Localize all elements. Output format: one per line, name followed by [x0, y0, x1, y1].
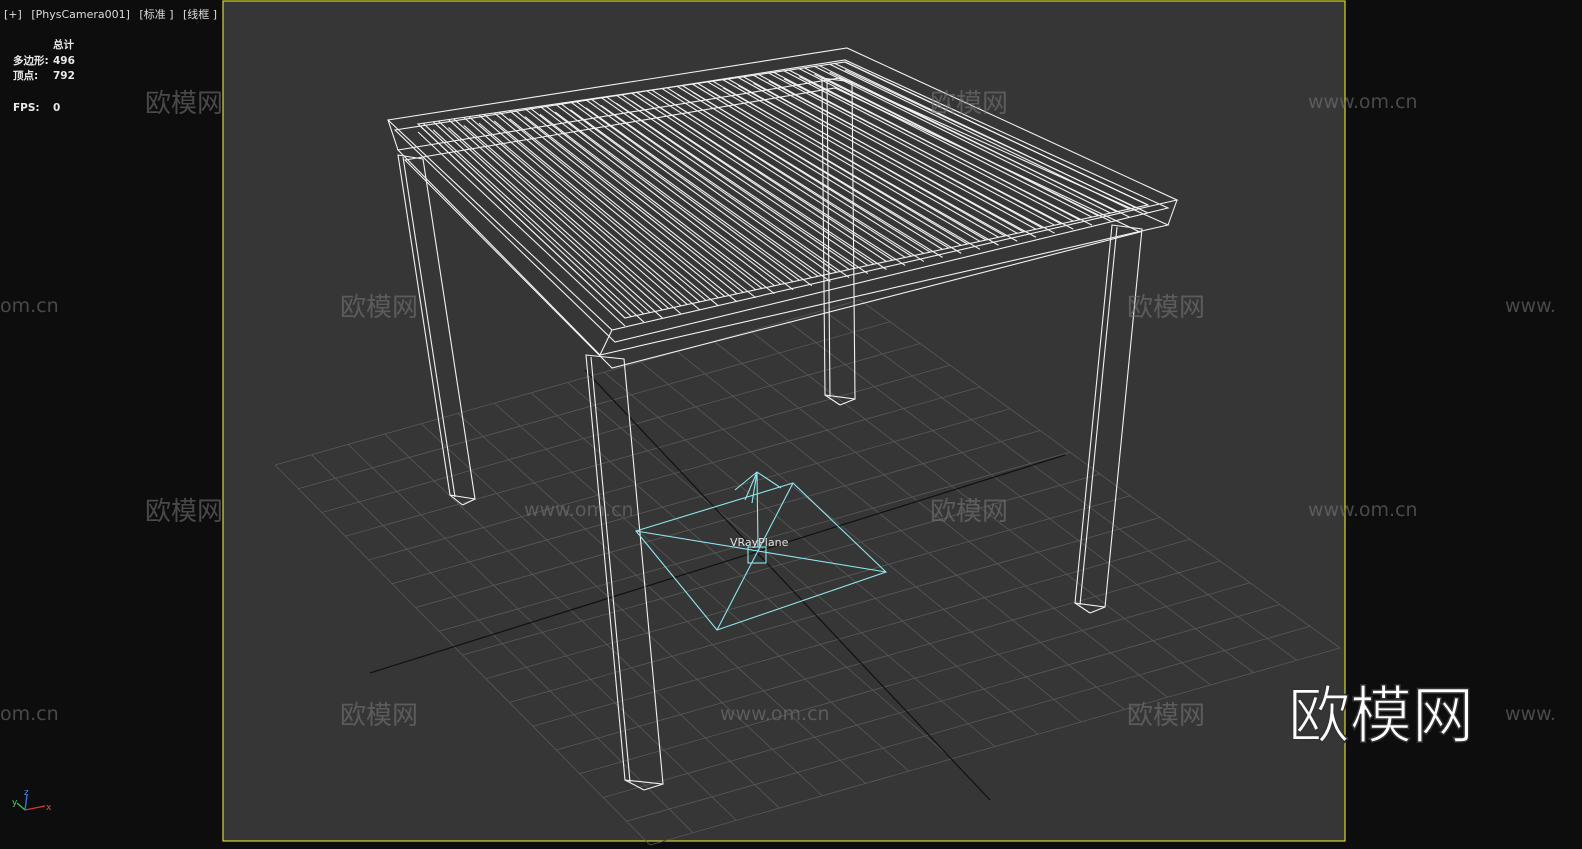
watermark-logo: 欧模网 [1288, 679, 1474, 752]
vertices-value: 792 [53, 70, 75, 82]
viewport-shading-standard[interactable]: [标准 ] [139, 8, 173, 21]
stats-vertices: 顶点: 792 [13, 69, 75, 85]
viewport-shading-wireframe[interactable]: [线框 ] [183, 8, 217, 21]
watermark-url: www.om.cn [524, 499, 634, 521]
viewport-canvas[interactable]: 欧模网 欧模网 欧模网 欧模网 欧模网 欧模网 欧模网 欧模网 www.om.c… [0, 0, 1582, 849]
perspective-viewport[interactable]: 欧模网 欧模网 欧模网 欧模网 欧模网 欧模网 欧模网 欧模网 www.om.c… [0, 0, 1582, 849]
polygons-value: 496 [53, 54, 75, 67]
stats-polygons: 多边形: 496 [13, 54, 75, 70]
watermark-cn: 欧模网 [930, 89, 1008, 119]
vertices-label: 顶点: [13, 70, 39, 82]
polygons-label: 多边形: [13, 54, 49, 67]
object-label: VRayPlane [730, 536, 789, 549]
stats-fps: FPS: 0 [13, 101, 75, 117]
watermark-url: www.om.cn [720, 703, 830, 725]
watermark-url: www.om.cn [1308, 499, 1418, 521]
viewport-menu-plus[interactable]: [+] [4, 8, 22, 21]
viewport-label-bar: [+] [PhysCamera001] [标准 ] [线框 ] [4, 6, 223, 22]
watermark-url: www.om.cn [1308, 91, 1418, 113]
watermark-cn: 欧模网 [1127, 701, 1205, 731]
watermark-url: om.cn [0, 703, 59, 725]
watermark-cn: 欧模网 [340, 701, 418, 731]
viewport-statistics: 总计 多边形: 496 顶点: 792 FPS: 0 [13, 38, 75, 116]
axis-tripod-icon: z y x [12, 788, 52, 813]
watermark-cn: 欧模网 [145, 497, 223, 527]
axis-x-label: x [46, 803, 52, 813]
watermark-url: www. [1505, 295, 1556, 317]
stats-header: 总计 [53, 39, 74, 51]
watermark-cn: 欧模网 [1127, 293, 1205, 323]
fps-label: FPS: [13, 101, 40, 114]
watermark-url: www. [1505, 703, 1556, 725]
axis-z-label: z [24, 788, 29, 798]
watermark-url: om.cn [0, 295, 59, 317]
watermark-cn: 欧模网 [930, 497, 1008, 527]
viewport-camera-menu[interactable]: [PhysCamera001] [31, 8, 130, 21]
axis-y-label: y [12, 798, 18, 808]
watermark-cn: 欧模网 [145, 89, 223, 119]
watermark-cn: 欧模网 [340, 293, 418, 323]
fps-value: 0 [53, 101, 61, 114]
